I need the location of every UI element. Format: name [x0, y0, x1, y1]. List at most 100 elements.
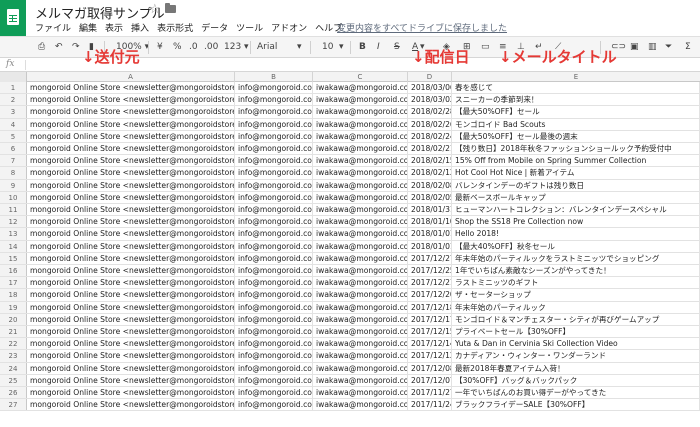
cell-date[interactable]: 2018/02/21 [408, 143, 452, 155]
insert-chart-icon[interactable]: ▥ [648, 40, 657, 54]
merge-cells-icon[interactable]: ▭ [481, 40, 490, 54]
cell-mail-title[interactable]: Hello 2018! [452, 228, 700, 240]
row-number[interactable]: 12 [0, 216, 27, 228]
row-number[interactable]: 9 [0, 179, 27, 191]
cell-sender[interactable]: mongoroid Online Store <newsletter@mongo… [27, 106, 235, 118]
cell-date[interactable]: 2018/02/08 [408, 179, 452, 191]
cell-mail-title[interactable]: Shop the SS18 Pre Collection now [452, 216, 700, 228]
percent-button[interactable]: % [173, 40, 182, 54]
folder-icon[interactable] [165, 3, 176, 13]
cell-recipient-to[interactable]: iwakawa@mongoroid.com [313, 326, 408, 338]
row-number[interactable]: 6 [0, 143, 27, 155]
cell-sender[interactable]: mongoroid Online Store <newsletter@mongo… [27, 338, 235, 350]
cell-mail-title[interactable]: ヒューマンハートコレクション：バレンタインデースペシャル [452, 204, 700, 216]
cell-recipient-from[interactable]: info@mongoroid.com [235, 167, 313, 179]
cell-recipient-from[interactable]: info@mongoroid.com [235, 118, 313, 130]
insert-comment-icon[interactable]: ▣ [630, 40, 639, 54]
strikethrough-button[interactable]: S [394, 40, 400, 54]
cell-date[interactable]: 2018/03/02 [408, 94, 452, 106]
more-formats-select[interactable]: 123 ▾ [224, 40, 249, 54]
star-icon[interactable]: ☆ [149, 2, 161, 17]
cell-mail-title[interactable]: ザ・セーターショップ [452, 289, 700, 301]
cell-recipient-from[interactable]: info@mongoroid.com [235, 94, 313, 106]
menu-view[interactable]: 表示 [105, 21, 123, 35]
cell-date[interactable]: 2017/12/20 [408, 289, 452, 301]
cell-sender[interactable]: mongoroid Online Store <newsletter@mongo… [27, 191, 235, 203]
cell-recipient-to[interactable]: iwakawa@mongoroid.com [313, 374, 408, 386]
menu-format[interactable]: 表示形式 [157, 21, 193, 35]
cell-recipient-to[interactable]: iwakawa@mongoroid.com [313, 399, 408, 411]
cell-recipient-from[interactable]: info@mongoroid.com [235, 106, 313, 118]
row-number[interactable]: 1 [0, 82, 27, 94]
cell-recipient-to[interactable]: iwakawa@mongoroid.com [313, 313, 408, 325]
column-header-e[interactable]: E [452, 72, 700, 82]
row-number[interactable]: 10 [0, 191, 27, 203]
save-status-link[interactable]: 変更内容をすべてドライブに保存しました [337, 21, 507, 34]
cell-sender[interactable]: mongoroid Online Store <newsletter@mongo… [27, 130, 235, 142]
row-number[interactable]: 8 [0, 167, 27, 179]
row-number[interactable]: 20 [0, 313, 27, 325]
cell-date[interactable]: 2017/12/12 [408, 350, 452, 362]
cell-recipient-to[interactable]: iwakawa@mongoroid.com [313, 143, 408, 155]
row-number[interactable]: 21 [0, 326, 27, 338]
font-select[interactable]: Arial [257, 40, 277, 54]
cell-date[interactable]: 2018/02/28 [408, 106, 452, 118]
cell-date[interactable]: 2017/12/07 [408, 374, 452, 386]
increase-decimal-button[interactable]: .00 [204, 40, 218, 54]
cell-recipient-to[interactable]: iwakawa@mongoroid.com [313, 179, 408, 191]
cell-date[interactable]: 2018/01/10 [408, 216, 452, 228]
cell-recipient-from[interactable]: info@mongoroid.com [235, 350, 313, 362]
cell-sender[interactable]: mongoroid Online Store <newsletter@mongo… [27, 289, 235, 301]
cell-mail-title[interactable]: モンゴロイド＆マンチェスター・シティが再びゲームアップ [452, 313, 700, 325]
cell-date[interactable]: 2017/12/27 [408, 252, 452, 264]
menu-tools[interactable]: ツール [236, 21, 263, 35]
undo-icon[interactable]: ↶ [55, 40, 63, 54]
row-number[interactable]: 15 [0, 252, 27, 264]
print-icon[interactable]: ⎙ [38, 40, 45, 54]
cell-recipient-to[interactable]: iwakawa@mongoroid.com [313, 204, 408, 216]
cell-sender[interactable]: mongoroid Online Store <newsletter@mongo… [27, 326, 235, 338]
cell-recipient-from[interactable]: info@mongoroid.com [235, 313, 313, 325]
cell-recipient-to[interactable]: iwakawa@mongoroid.com [313, 240, 408, 252]
row-number[interactable]: 22 [0, 338, 27, 350]
cell-recipient-from[interactable]: info@mongoroid.com [235, 326, 313, 338]
row-number[interactable]: 13 [0, 228, 27, 240]
filter-icon[interactable]: ⏷ [665, 40, 672, 54]
cell-recipient-from[interactable]: info@mongoroid.com [235, 82, 313, 94]
font-size-dropdown-icon[interactable]: ▾ [339, 40, 344, 54]
cell-mail-title[interactable]: 【最大50%OFF】セール [452, 106, 700, 118]
menu-insert[interactable]: 挿入 [131, 21, 149, 35]
cell-date[interactable]: 2018/02/05 [408, 191, 452, 203]
cell-sender[interactable]: mongoroid Online Store <newsletter@mongo… [27, 118, 235, 130]
cell-mail-title[interactable]: スニーカーの季節到来！ [452, 94, 700, 106]
cell-mail-title[interactable]: ブラックフライデーSALE【30%OFF】 [452, 399, 700, 411]
font-dropdown-icon[interactable]: ▾ [297, 40, 302, 54]
menu-file[interactable]: ファイル [35, 21, 71, 35]
column-header-b[interactable]: B [235, 72, 313, 82]
column-header-a[interactable]: A [27, 72, 235, 82]
menu-edit[interactable]: 編集 [79, 21, 97, 35]
cell-recipient-to[interactable]: iwakawa@mongoroid.com [313, 94, 408, 106]
italic-button[interactable]: I [377, 40, 380, 54]
cell-sender[interactable]: mongoroid Online Store <newsletter@mongo… [27, 301, 235, 313]
cell-date[interactable]: 2018/01/01 [408, 228, 452, 240]
row-number[interactable]: 25 [0, 374, 27, 386]
cell-recipient-to[interactable]: iwakawa@mongoroid.com [313, 167, 408, 179]
row-number[interactable]: 16 [0, 265, 27, 277]
cell-sender[interactable]: mongoroid Online Store <newsletter@mongo… [27, 155, 235, 167]
cell-sender[interactable]: mongoroid Online Store <newsletter@mongo… [27, 374, 235, 386]
cell-sender[interactable]: mongoroid Online Store <newsletter@mongo… [27, 94, 235, 106]
cell-sender[interactable]: mongoroid Online Store <newsletter@mongo… [27, 252, 235, 264]
document-title[interactable]: メルマガ取得サンプル [35, 3, 165, 22]
cell-sender[interactable]: mongoroid Online Store <newsletter@mongo… [27, 179, 235, 191]
cell-sender[interactable]: mongoroid Online Store <newsletter@mongo… [27, 350, 235, 362]
row-number[interactable]: 7 [0, 155, 27, 167]
cell-mail-title[interactable]: 15% Off from Mobile on Spring Summer Col… [452, 155, 700, 167]
row-number[interactable]: 3 [0, 106, 27, 118]
row-number[interactable]: 5 [0, 130, 27, 142]
cell-date[interactable]: 2017/12/08 [408, 362, 452, 374]
cell-mail-title[interactable]: 一年でいちばんのお買い得デーがやってきた [452, 387, 700, 399]
cell-date[interactable]: 2017/12/25 [408, 265, 452, 277]
cell-sender[interactable]: mongoroid Online Store <newsletter@mongo… [27, 167, 235, 179]
cell-recipient-to[interactable]: iwakawa@mongoroid.com [313, 277, 408, 289]
